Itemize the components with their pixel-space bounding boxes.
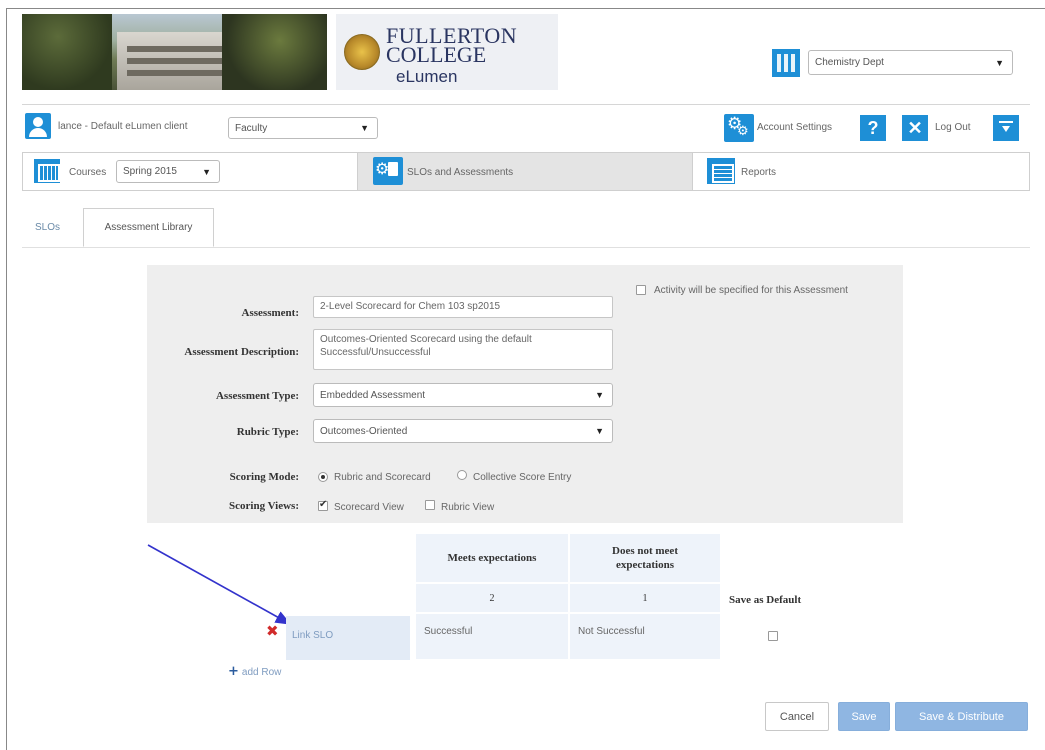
assessment-type-select[interactable]: Embedded Assessment ▼: [313, 383, 613, 407]
score-meets[interactable]: 2: [415, 583, 569, 613]
term-select[interactable]: Spring 2015 ▼: [116, 160, 220, 183]
checkbox-scorecard-view-label: Scorecard View: [334, 502, 404, 513]
activity-checkbox-label: Activity will be specified for this Asse…: [654, 285, 848, 296]
tab-assessment-library[interactable]: Assessment Library: [83, 208, 214, 247]
activity-checkbox[interactable]: [636, 285, 646, 295]
radio-rubric-and-scorecard[interactable]: [318, 472, 328, 482]
term-select-value: Spring 2015: [123, 166, 177, 177]
user-icon: [25, 113, 51, 139]
checkbox-rubric-view[interactable]: [425, 500, 435, 510]
courses-label[interactable]: Courses: [69, 167, 106, 178]
logout-link[interactable]: Log Out: [935, 122, 971, 133]
tabs-baseline: [22, 247, 1030, 248]
logout-icon[interactable]: ✕: [902, 115, 928, 141]
assessment-label: Assessment:: [241, 307, 299, 319]
radio-collective-score-entry[interactable]: [457, 470, 467, 480]
checkbox-rubric-view-label: Rubric View: [441, 502, 495, 513]
save-distribute-button[interactable]: Save & Distribute: [895, 702, 1028, 731]
chevron-down-icon: ▼: [202, 166, 211, 177]
role-select[interactable]: Faculty ▼: [228, 117, 378, 139]
cancel-button[interactable]: Cancel: [765, 702, 829, 731]
delete-row-icon[interactable]: ✖: [266, 622, 279, 640]
add-row-button[interactable]: + add Row: [228, 664, 281, 679]
logo-text-elumen: eLumen: [396, 67, 458, 86]
collapse-header-button[interactable]: [993, 115, 1019, 141]
cell-successful[interactable]: Successful: [415, 613, 569, 660]
account-settings-link[interactable]: Account Settings: [757, 122, 832, 133]
calendar-icon[interactable]: [34, 159, 60, 183]
department-select-value: Chemistry Dept: [815, 57, 884, 68]
rubric-type-value: Outcomes-Oriented: [320, 425, 408, 437]
scoring-views-label: Scoring Views:: [229, 500, 299, 512]
add-row-label: add Row: [241, 667, 282, 678]
campus-banner-photo: [22, 14, 327, 90]
org-chart-icon: [772, 49, 800, 77]
radio-rubric-and-scorecard-label: Rubric and Scorecard: [334, 472, 431, 483]
cell-not-successful[interactable]: Not Successful: [569, 613, 721, 660]
department-select[interactable]: Chemistry Dept ▼: [808, 50, 1013, 75]
assessment-type-value: Embedded Assessment: [320, 389, 426, 401]
chevron-down-icon: ▼: [995, 57, 1004, 68]
divider: [22, 104, 1030, 105]
college-seal-icon: [344, 34, 380, 70]
checkbox-scorecard-view[interactable]: [318, 499, 328, 511]
assessment-type-label: Assessment Type:: [215, 390, 299, 402]
column-header-does-not-meet: Does not meet expectations: [569, 533, 721, 583]
scoring-mode-label: Scoring Mode:: [229, 471, 299, 483]
role-select-value: Faculty: [235, 122, 268, 134]
reports-icon: [707, 158, 735, 184]
description-label: Assessment Description:: [184, 346, 299, 358]
link-slo-link[interactable]: Link SLO: [286, 616, 410, 660]
chevron-down-icon: ▼: [360, 123, 369, 133]
account-settings-icon[interactable]: [724, 114, 754, 142]
annotation-arrow: [147, 544, 292, 625]
rubric-type-label: Rubric Type:: [236, 426, 299, 438]
client-text: lance - Default eLumen client: [58, 121, 188, 132]
reports-label[interactable]: Reports: [741, 167, 776, 178]
radio-collective-score-entry-label: Collective Score Entry: [473, 472, 572, 483]
save-button[interactable]: Save: [838, 702, 890, 731]
score-does-not-meet[interactable]: 1: [569, 583, 721, 613]
assessment-description-textarea[interactable]: Outcomes-Oriented Scorecard using the de…: [313, 329, 613, 370]
chevron-down-icon: ▼: [595, 426, 604, 436]
plus-icon: +: [228, 664, 239, 679]
slos-assessments-label[interactable]: SLOs and Assessments: [407, 167, 513, 178]
slo-gear-icon: [373, 157, 403, 185]
tab-slos[interactable]: SLOs: [35, 222, 60, 233]
logo-text-college: COLLEGE: [386, 42, 487, 67]
help-button[interactable]: ?: [860, 115, 886, 141]
college-logo: FULLERTON COLLEGE eLumen: [336, 14, 558, 90]
save-as-default-checkbox[interactable]: [768, 631, 778, 641]
column-header-meets: Meets expectations: [415, 533, 569, 583]
save-as-default-label: Save as Default: [729, 594, 802, 606]
chevron-down-icon: ▼: [595, 390, 604, 400]
rubric-type-select[interactable]: Outcomes-Oriented ▼: [313, 419, 613, 443]
assessment-name-input[interactable]: 2-Level Scorecard for Chem 103 sp2015: [313, 296, 613, 318]
